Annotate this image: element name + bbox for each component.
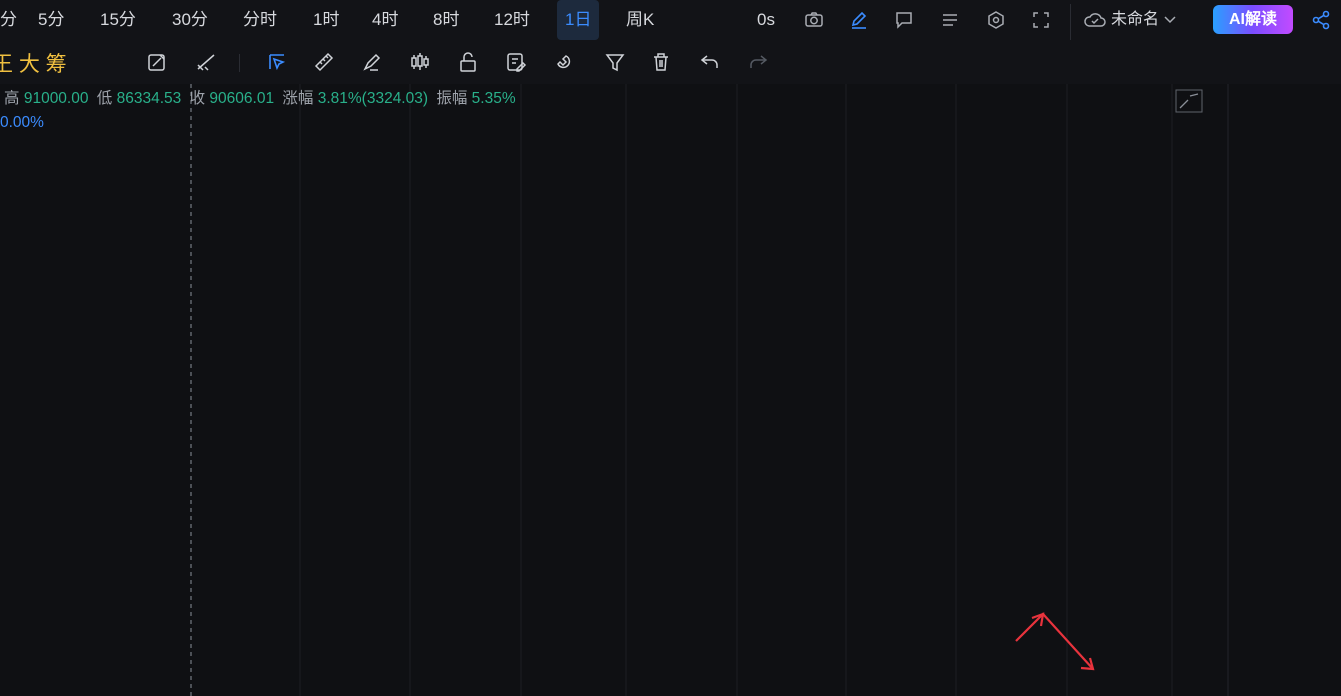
- layout-name-label: 未命名: [1111, 11, 1160, 28]
- change-value: 3.81%(3324.03): [317, 90, 429, 107]
- cloud-icon: [1084, 13, 1106, 27]
- timeframe-0[interactable]: 分: [0, 0, 17, 40]
- timeframe-3[interactable]: 30分: [172, 0, 208, 40]
- list-icon[interactable]: [939, 9, 961, 31]
- undo-icon[interactable]: [698, 50, 722, 74]
- ai-analysis-button[interactable]: AI解读: [1213, 5, 1293, 34]
- axis-background: [1228, 84, 1341, 696]
- timeframe-active[interactable]: 1日: [557, 0, 600, 40]
- separator: [1070, 4, 1071, 40]
- candlestick-icon[interactable]: [408, 50, 432, 74]
- timeframe-7[interactable]: 8时: [433, 0, 459, 40]
- amplitude-label: 振幅: [436, 90, 468, 107]
- timeframe-5[interactable]: 1时: [313, 0, 339, 40]
- timeframe-6[interactable]: 4时: [372, 0, 398, 40]
- close-value: 90606.01: [209, 90, 275, 107]
- high-label: 高: [4, 90, 20, 107]
- filter-icon[interactable]: [603, 50, 627, 74]
- close-label: 收: [189, 90, 206, 107]
- magic-pen-icon[interactable]: [145, 50, 169, 74]
- countdown-label: 0s: [757, 10, 775, 29]
- magnet-icon[interactable]: [552, 50, 576, 74]
- share-icon[interactable]: [1310, 9, 1332, 31]
- timeframe-8[interactable]: 12时: [494, 0, 530, 40]
- camera-icon[interactable]: [803, 9, 825, 31]
- annotate-icon[interactable]: [893, 9, 915, 31]
- layout-name-dropdown[interactable]: 未命名: [1084, 6, 1176, 34]
- lock-icon[interactable]: [456, 50, 480, 74]
- separator: [239, 54, 240, 72]
- percent-value: 0.00%: [0, 114, 44, 131]
- cursor-tool-icon[interactable]: [265, 50, 289, 74]
- redo-icon[interactable]: [746, 50, 770, 74]
- timeframe-1[interactable]: 5分: [38, 0, 64, 40]
- timeframe-4[interactable]: 分时: [243, 0, 277, 40]
- trash-icon[interactable]: [649, 50, 673, 74]
- amplitude-value: 5.35%: [471, 90, 516, 107]
- pencil-icon[interactable]: [848, 9, 870, 31]
- chip-text[interactable]: 王 大 筹: [0, 48, 67, 78]
- change-label: 涨幅: [282, 90, 314, 107]
- fullscreen-icon[interactable]: [1030, 9, 1052, 31]
- top-bar: 分 5分 15分 30分 分时 1时 4时 8时 12时 1日 周K 0s 未命名 AI解读: [0, 0, 1341, 40]
- low-label: 低: [96, 90, 113, 107]
- timeframe-2[interactable]: 15分: [100, 0, 136, 40]
- settings-icon[interactable]: [985, 9, 1007, 31]
- high-value: 91000.00: [23, 90, 89, 107]
- ruler-icon[interactable]: [312, 50, 336, 74]
- low-value: 86334.53: [116, 90, 182, 107]
- price-chart[interactable]: 126199.63➔ 125519.24109651.7995790.22836…: [0, 84, 1341, 696]
- drawing-toolbar: 王 大 筹: [0, 40, 1341, 85]
- timeframe-10[interactable]: 周K: [626, 0, 654, 40]
- measure-line-icon[interactable]: [194, 50, 218, 74]
- brush-icon[interactable]: [360, 50, 384, 74]
- edit-note-icon[interactable]: [504, 50, 528, 74]
- chevron-down-icon: [1164, 16, 1176, 24]
- ohlc-info: 高 91000.00 低 86334.53 收 90606.01 涨幅 3.81…: [0, 86, 516, 107]
- chart-background: [0, 84, 1341, 696]
